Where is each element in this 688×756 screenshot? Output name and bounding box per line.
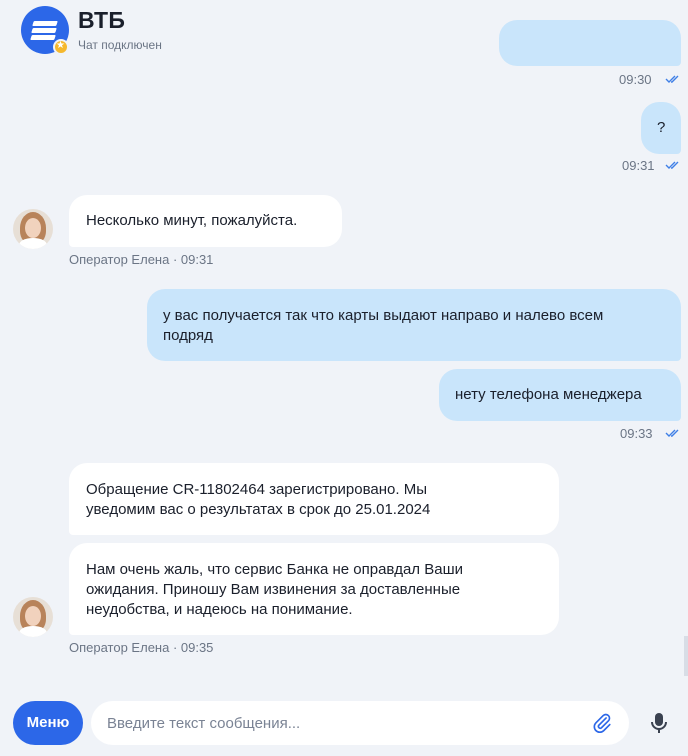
operator-avatar — [13, 597, 53, 637]
star-badge-icon: ★ — [53, 39, 69, 55]
message-sender: Оператор Елена · 09:35 — [69, 640, 214, 655]
double-check-icon — [665, 161, 679, 169]
chat-status: Чат подключен — [78, 38, 162, 52]
message-input-container — [91, 701, 629, 745]
message-input[interactable] — [107, 701, 577, 745]
double-check-icon — [665, 429, 679, 437]
message-text: нету телефона менеджера — [455, 386, 642, 403]
message-bubble-outgoing: нету телефона менеджера — [439, 369, 681, 421]
message-text-line: Нам очень жаль, что сервис Банка не опра… — [86, 561, 463, 578]
message-text-line: у вас получается так что карты выдают на… — [163, 307, 604, 324]
microphone-icon[interactable] — [648, 711, 670, 735]
message-bubble-incoming: Обращение CR-11802464 зарегистрировано. … — [69, 463, 559, 535]
message-text-line: подряд — [163, 327, 213, 344]
chat-title: ВТБ — [78, 7, 126, 33]
message-text-line: неудобства, и надеюсь на понимание. — [86, 601, 353, 618]
message-bubble-outgoing: у вас получается так что карты выдают на… — [147, 289, 681, 361]
message-text-line: ожидания. Приношу Вам извинения за доста… — [86, 581, 461, 598]
message-time: 09:30 — [619, 72, 652, 87]
operator-avatar — [13, 209, 53, 249]
message-time: 09:33 — [620, 426, 653, 441]
double-check-icon — [665, 75, 679, 83]
menu-button[interactable]: Меню — [13, 701, 83, 745]
message-sender: Оператор Елена · 09:31 — [69, 252, 214, 267]
message-time: 09:31 — [622, 158, 655, 173]
message-text-line: уведомим вас о результатах в срок до 25.… — [86, 501, 431, 518]
message-bubble-incoming: Несколько минут, пожалуйста. — [69, 195, 342, 247]
message-text: ? — [657, 119, 666, 136]
scrollbar[interactable] — [684, 636, 688, 676]
message-bubble-incoming: Нам очень жаль, что сервис Банка не опра… — [69, 543, 559, 635]
message-bubble-outgoing — [499, 20, 681, 66]
paperclip-icon[interactable] — [591, 712, 613, 734]
message-text: Несколько минут, пожалуйста. — [86, 212, 298, 229]
message-text-line: Обращение CR-11802464 зарегистрировано. … — [86, 481, 427, 498]
message-bubble-outgoing: ? — [641, 102, 681, 154]
